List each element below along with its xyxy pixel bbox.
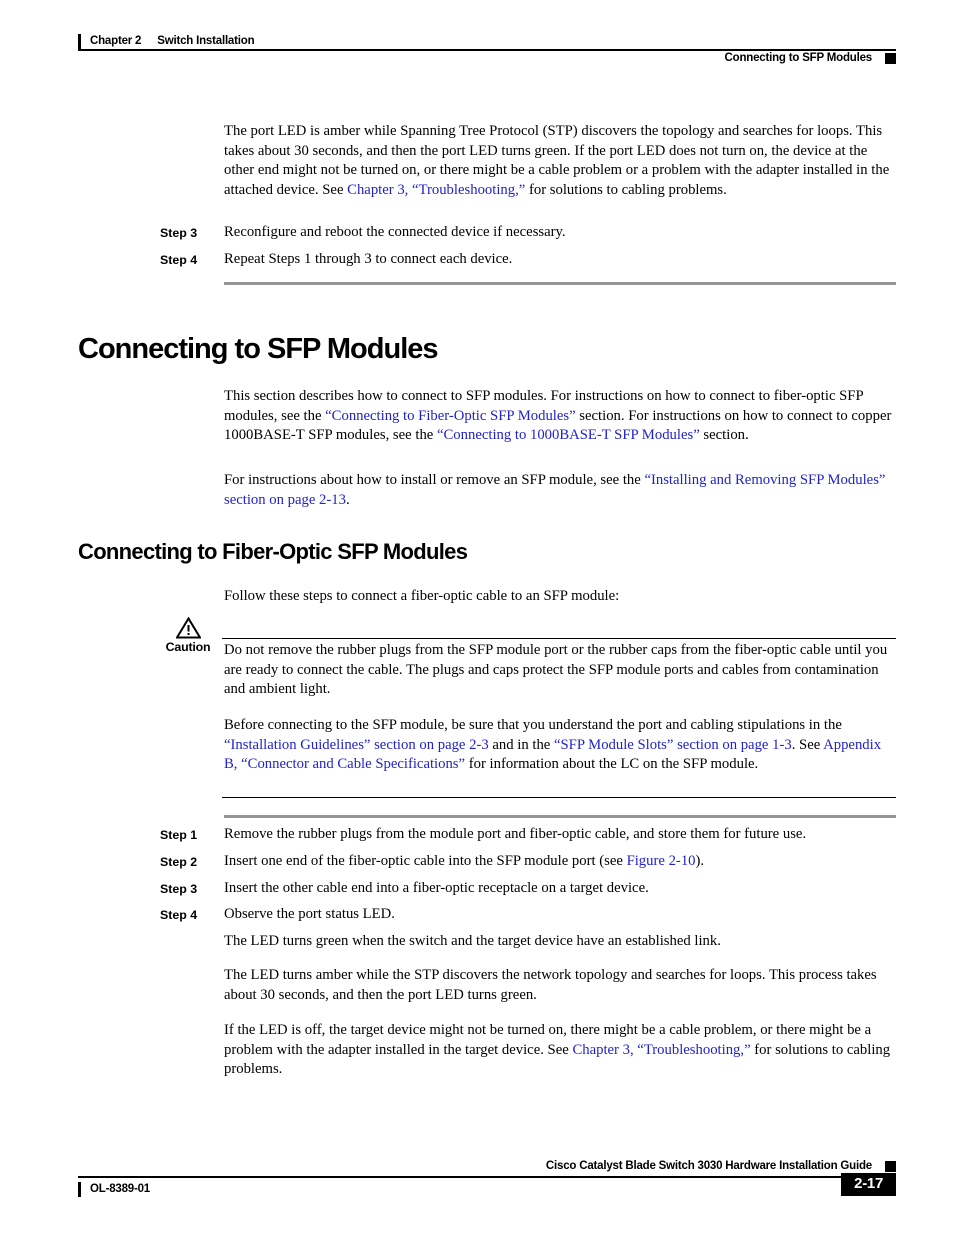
- footer-document-number: OL-8389-01: [90, 1183, 151, 1195]
- warning-triangle-icon: [175, 617, 201, 639]
- sfp-text-part-3: section.: [699, 427, 749, 444]
- fiber-intro-paragraph: Follow these steps to connect a fiber-op…: [224, 588, 620, 604]
- section-divider-rule-steps: [224, 815, 896, 818]
- step-text-part-1: Observe the port status LED.: [224, 906, 395, 922]
- header-tick-mark: [78, 33, 81, 49]
- step-row-3: Step 3 Insert the other cable end into a…: [160, 879, 896, 900]
- step-text-part-1: Insert the other cable end into a fiber-…: [224, 880, 649, 896]
- footer-rule: [78, 1176, 896, 1179]
- caution2-text-part-4: for information about the LC on the SFP …: [465, 756, 759, 773]
- link-connecting-to-fiber-optic-sfp-modules[interactable]: “Connecting to Fiber-Optic SFP Modules”: [325, 408, 575, 424]
- step-label: Step 3: [160, 226, 198, 240]
- page-footer-right: Cisco Catalyst Blade Switch 3030 Hardwar…: [546, 1158, 896, 1174]
- link-chapter-3-troubleshooting[interactable]: Chapter 3, “Troubleshooting,”: [347, 182, 525, 198]
- step-row-1: Step 1 Remove the rubber plugs from the …: [160, 825, 896, 846]
- step-text: Reconfigure and reboot the connected dev…: [224, 224, 566, 240]
- sfp2-text-part-1: For instructions about how to install or…: [224, 472, 645, 488]
- document-page: Chapter 2 Switch Installation Connecting…: [0, 0, 954, 1235]
- step-text: Remove the rubber plugs from the module …: [224, 825, 896, 846]
- caution2-text-part-2: and in the: [488, 736, 554, 753]
- step-text: Repeat Steps 1 through 3 to connect each…: [224, 251, 513, 267]
- caution-marker: Caution: [160, 617, 216, 654]
- step-text: Insert one end of the fiber-optic cable …: [224, 852, 896, 873]
- led-paragraph-amber: The LED turns amber while the STP discov…: [224, 967, 877, 1003]
- header-chapter-number: Chapter 2: [90, 35, 142, 47]
- page-title-connecting-to-sfp-modules: Connecting to SFP Modules: [78, 333, 439, 365]
- caution-rule-bottom: [222, 797, 896, 799]
- step-label: Step 2: [160, 855, 198, 869]
- link-connecting-to-1000base-t-sfp-modules[interactable]: “Connecting to 1000BASE-T SFP Modules”: [437, 427, 700, 443]
- caution2-text-part-3: . See: [791, 736, 824, 753]
- section-divider-rule-top: [224, 282, 896, 285]
- sfp-intro-paragraph: This section describes how to connect to…: [224, 387, 896, 446]
- step-text-part-2: ).: [695, 853, 705, 869]
- caution-rule-top: [222, 638, 896, 640]
- section-title-connecting-to-fiber-optic-sfp-modules: Connecting to Fiber-Optic SFP Modules: [78, 539, 468, 564]
- caution2-text-part-1: Before connecting to the SFP module, be …: [224, 717, 842, 733]
- footer-page-number: 2-17: [841, 1173, 896, 1196]
- footer-tick-mark: [78, 1181, 81, 1197]
- step-label: Step 4: [160, 908, 198, 922]
- step-label: Step 4: [160, 253, 198, 267]
- step-row-4: Step 4 Observe the port status LED.: [160, 905, 896, 926]
- footer-square-marker-icon: [885, 1160, 896, 1172]
- sfp2-text-part-2: .: [345, 491, 350, 508]
- header-section-title: Connecting to SFP Modules: [724, 52, 873, 64]
- caution-label: Caution: [165, 640, 211, 654]
- step-text-part-1: Remove the rubber plugs from the module …: [224, 826, 807, 842]
- step-row-4-top: Step 4 Repeat Steps 1 through 3 to conne…: [160, 250, 896, 271]
- sfp-install-remove-paragraph: For instructions about how to install or…: [224, 471, 896, 510]
- intro-text-part-2: for solutions to cabling problems.: [525, 181, 727, 198]
- page-header-left: Chapter 2 Switch Installation: [78, 32, 255, 50]
- header-square-marker-icon: [885, 52, 896, 64]
- page-footer-left: OL-8389-01: [78, 1180, 150, 1198]
- step-text: Observe the port status LED.: [224, 905, 896, 926]
- step-text: Insert the other cable end into a fiber-…: [224, 879, 896, 900]
- step-label: Step 1: [160, 828, 198, 842]
- caution-paragraph-1: Do not remove the rubber plugs from the …: [224, 642, 888, 698]
- footer-document-title: Cisco Catalyst Blade Switch 3030 Hardwar…: [545, 1160, 872, 1172]
- caution-paragraph-2: Before connecting to the SFP module, be …: [224, 716, 896, 775]
- led-paragraph-green: The LED turns green when the switch and …: [224, 933, 721, 949]
- page-header-right: Connecting to SFP Modules: [725, 50, 896, 66]
- step-row-2: Step 2 Insert one end of the fiber-optic…: [160, 852, 896, 873]
- step-text-part-1: Insert one end of the fiber-optic cable …: [224, 853, 627, 869]
- link-chapter-3-troubleshooting-bottom[interactable]: Chapter 3, “Troubleshooting,”: [572, 1042, 750, 1058]
- link-figure-2-10[interactable]: Figure 2-10: [627, 853, 696, 869]
- intro-paragraph: The port LED is amber while Spanning Tre…: [224, 122, 896, 200]
- step-label: Step 3: [160, 882, 198, 896]
- header-chapter-title: Switch Installation: [157, 35, 255, 47]
- link-installation-guidelines-page-2-3[interactable]: “Installation Guidelines” section on pag…: [224, 737, 489, 753]
- link-sfp-module-slots-page-1-3[interactable]: “SFP Module Slots” section on page 1-3: [554, 737, 792, 753]
- led-paragraph-off: If the LED is off, the target device mig…: [224, 1021, 896, 1080]
- step-row-3-top: Step 3 Reconfigure and reboot the connec…: [160, 223, 896, 244]
